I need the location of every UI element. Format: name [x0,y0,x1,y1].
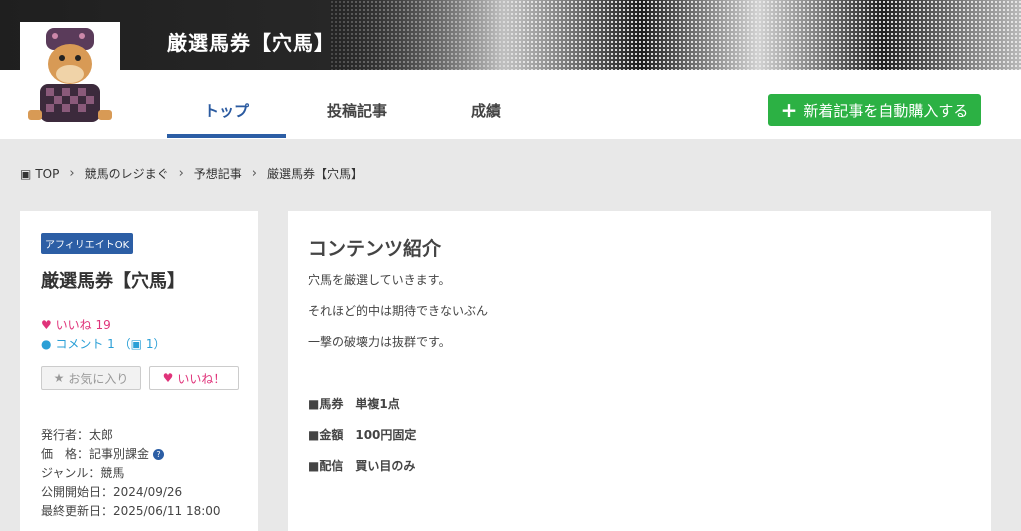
content-text: 穴馬を厳選していきます。 [308,273,451,287]
affiliate-badge: アフィリエイトOK [41,233,134,254]
content-heading: コンテンツ紹介 [308,238,442,260]
content-bold-text: ■金額 100円固定 [308,428,417,442]
content-bold-text: ■配信 買い目のみ [308,459,416,473]
sidebar-card: アフィリエイトOK 厳選馬券【穴馬】 ♥ いいね 19 ● コメント 1 （▣ … [20,211,258,531]
favorite-button[interactable]: ★ お気に入り [41,366,141,390]
cube-icon: ▣ [20,166,32,181]
heart-icon: ♥ [41,318,52,332]
site-title: 厳選馬券【穴馬】 [167,31,335,55]
tab-results[interactable]: 成績 [471,100,501,121]
tab-top[interactable]: トップ [204,100,249,121]
auto-purchase-button[interactable]: + 新着記事を自動購入する [768,94,981,126]
content-text: 一撃の破壊力は抜群です。 [308,335,451,349]
genre: ジャンル：競馬 [41,466,125,480]
content-text: それほど的中は期待できないぶん [308,304,489,318]
gift-icon: ▣ [130,337,142,351]
breadcrumb-top[interactable]: TOP [35,167,59,181]
like-button[interactable]: ♥ いいね！ [149,366,239,390]
tab-posts[interactable]: 投稿記事 [327,100,387,121]
magazine-title: 厳選馬券【穴馬】 [41,271,185,292]
price-row: 価 格：記事別課金? [41,445,221,464]
avatar[interactable] [20,22,120,126]
plus-icon: + [780,98,798,122]
header-banner: 厳選馬券【穴馬】 [0,0,1021,70]
publisher: 発行者：太郎 [41,428,114,442]
likes-count[interactable]: ♥ いいね 19 [41,316,111,333]
magazine-meta: 発行者：太郎 価 格：記事別課金? ジャンル：競馬 公開開始日：2024/09/… [41,426,221,521]
speech-bubble-icon: ● [41,337,52,351]
chevron-right-icon: › [251,166,257,181]
breadcrumb: ▣ TOP › 競馬のレジまぐ › 予想記事 › 厳選馬券【穴馬】 [20,165,363,182]
active-tab-indicator [167,134,286,138]
help-icon[interactable]: ? [153,449,165,460]
chevron-right-icon: › [69,166,75,181]
breadcrumb-yoso[interactable]: 予想記事 [194,165,242,182]
breadcrumb-keiba[interactable]: 競馬のレジまぐ [85,165,169,182]
chevron-right-icon: › [178,166,184,181]
star-icon: ★ [53,371,65,385]
content-bold-text: ■馬券 単複1点 [308,397,400,411]
content-card: コンテンツ紹介 穴馬を厳選していきます。 それほど的中は期待できないぶん 一撃の… [288,211,991,531]
breadcrumb-current: 厳選馬券【穴馬】 [267,167,364,181]
updated-date: 最終更新日：2025/06/11 18:00 [41,504,221,518]
heart-icon: ♥ [162,371,174,385]
start-date: 公開開始日：2024/09/26 [41,485,183,499]
comments-count[interactable]: ● コメント 1 （▣ 1） [41,335,165,352]
